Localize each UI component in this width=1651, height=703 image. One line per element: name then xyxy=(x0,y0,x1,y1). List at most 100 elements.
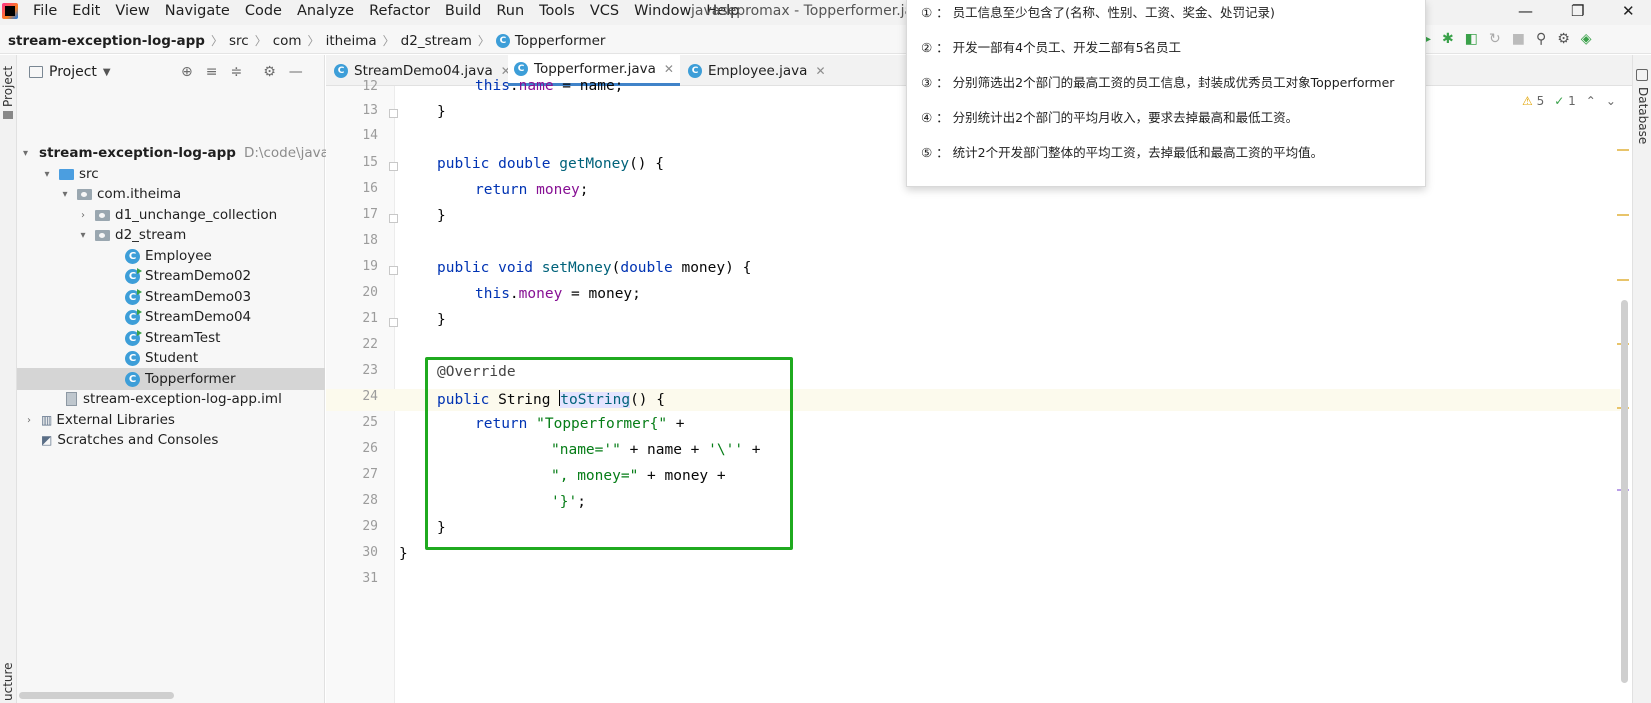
menu-refactor[interactable]: Refactor xyxy=(369,3,437,19)
menu-build[interactable]: Build xyxy=(445,3,488,19)
plugin-icon[interactable]: ◈ xyxy=(1581,31,1592,47)
line-number: 12 xyxy=(362,79,378,94)
locate-icon[interactable]: ⊕ xyxy=(181,64,193,80)
restore-icon[interactable]: ❐ xyxy=(1571,2,1584,20)
tree-item-class[interactable]: C Student xyxy=(17,347,325,369)
expand-all-icon[interactable]: ≡ xyxy=(206,64,218,80)
note-item: ② ： 开发一部有4个员工、开发二部有5名员工 xyxy=(921,40,1182,55)
vertical-scrollbar[interactable] xyxy=(1621,300,1628,683)
search-icon[interactable]: ⚲ xyxy=(1536,31,1546,47)
menu-vcs[interactable]: VCS xyxy=(590,3,626,19)
tree-item-package[interactable]: ▾ com.itheima xyxy=(17,183,325,205)
tree-item-label: com.itheima xyxy=(97,186,182,202)
tree-item-class-selected[interactable]: C Topperformer xyxy=(17,368,325,390)
tree-item-libraries[interactable]: › ▥ External Libraries xyxy=(17,409,325,431)
tab-employee[interactable]: C Employee.java ✕ xyxy=(682,55,832,86)
line-number: 31 xyxy=(362,571,378,586)
breadcrumb-item[interactable]: com xyxy=(273,33,302,49)
class-icon: C xyxy=(688,63,702,78)
project-tool-button[interactable]: Project xyxy=(1,66,15,107)
collapse-all-icon[interactable]: ≑ xyxy=(230,64,242,80)
project-icon xyxy=(29,66,43,78)
hide-icon[interactable]: — xyxy=(289,64,303,80)
tree-item-package[interactable]: › d1_unchange_collection xyxy=(17,204,325,226)
minimize-icon[interactable]: — xyxy=(1518,2,1533,20)
package-icon xyxy=(77,188,92,200)
menu-run[interactable]: Run xyxy=(496,3,531,19)
note-item: ④ ： 分别统计出2个部门的平均月收入，要求去掉最高和最低工资。 xyxy=(921,110,1299,125)
line-number: 24 xyxy=(362,389,378,404)
code-line: this.name = name; xyxy=(475,78,624,94)
window-title: javasepromax - Topperformer.java xyxy=(691,3,930,19)
line-number: 20 xyxy=(362,285,378,300)
inspection-widget[interactable]: ⚠ 5 ✓ 1 ⌃ ⌄ xyxy=(1522,94,1616,108)
menu-analyze[interactable]: Analyze xyxy=(297,3,361,19)
class-icon: C xyxy=(334,63,348,78)
tree-item-scratches[interactable]: ◩ Scratches and Consoles xyxy=(17,429,325,451)
chevron-right-icon: 〉 xyxy=(477,34,490,48)
runnable-class-icon: C xyxy=(125,329,142,346)
run-toolbar: ▸ ✱ ◧ ↻ ■ ⚲ ⚙ ◈ xyxy=(1424,31,1592,47)
right-tool-strip: Database xyxy=(1632,55,1651,703)
breadcrumb-item[interactable]: d2_stream xyxy=(401,33,472,49)
line-number: 26 xyxy=(362,441,378,456)
chevron-down-icon[interactable]: ⌄ xyxy=(1606,94,1616,108)
profile-icon[interactable]: ↻ xyxy=(1489,31,1501,47)
project-panel: Project ▼ ⊕ ≡ ≑ ⚙ — ▾ stream-exception-l… xyxy=(17,55,329,703)
breadcrumb-item[interactable]: src xyxy=(229,33,249,49)
runnable-class-icon: C xyxy=(125,308,142,325)
close-tab-icon[interactable]: ✕ xyxy=(815,64,825,78)
tree-item-class[interactable]: C Employee xyxy=(17,245,325,267)
tree-item-package[interactable]: ▾ d2_stream xyxy=(17,224,325,246)
breadcrumb-item[interactable]: stream-exception-log-app xyxy=(8,33,205,49)
tree-item-root[interactable]: ▾ stream-exception-log-app D:\code\java xyxy=(17,142,329,164)
breadcrumb-item[interactable]: Topperformer xyxy=(515,33,606,49)
menu-navigate[interactable]: Navigate xyxy=(165,3,237,19)
chevron-up-icon[interactable]: ⌃ xyxy=(1586,94,1596,108)
warning-stripe[interactable] xyxy=(1617,149,1629,151)
warning-stripe[interactable] xyxy=(1617,214,1629,216)
check-count: ✓ 1 xyxy=(1554,94,1576,108)
editor-gutter[interactable]: 12 13 14 15 16 17 18 19 20 21 22 23 24 2… xyxy=(326,79,398,703)
menu-file[interactable]: File xyxy=(33,3,64,19)
tree-item-src[interactable]: ▾ src xyxy=(17,163,325,185)
menu-window[interactable]: Window xyxy=(634,3,698,19)
tree-item-label: Employee xyxy=(145,248,212,264)
tree-item-class[interactable]: C StreamDemo02 xyxy=(17,265,325,287)
tree-item-label: stream-exception-log-app.iml xyxy=(83,391,282,407)
database-tool-button[interactable]: Database xyxy=(1636,87,1650,144)
chevron-down-icon: ▾ xyxy=(23,147,29,159)
tree-item-class[interactable]: C StreamTest xyxy=(17,327,325,349)
menu-edit[interactable]: Edit xyxy=(72,3,107,19)
menu-view[interactable]: View xyxy=(115,3,156,19)
tree-item-iml[interactable]: stream-exception-log-app.iml xyxy=(17,388,325,410)
structure-tool-button[interactable]: ucture xyxy=(1,662,15,701)
horizontal-scrollbar[interactable] xyxy=(19,692,174,699)
warning-stripe[interactable] xyxy=(1617,279,1629,281)
line-number: 23 xyxy=(362,363,378,378)
coverage-icon[interactable]: ◧ xyxy=(1465,31,1478,47)
code-line: public double getMoney() { xyxy=(437,156,664,172)
line-number: 19 xyxy=(362,259,378,274)
tree-item-label: d2_stream xyxy=(115,227,187,243)
tree-item-class[interactable]: C StreamDemo03 xyxy=(17,286,325,308)
breadcrumb-item[interactable]: itheima xyxy=(326,33,377,49)
close-icon[interactable]: ✕ xyxy=(1622,2,1635,20)
close-tab-icon[interactable]: ✕ xyxy=(664,62,674,76)
package-icon xyxy=(95,209,110,221)
tree-item-label: d1_unchange_collection xyxy=(115,207,278,223)
menu-code[interactable]: Code xyxy=(245,3,289,19)
debug-icon[interactable]: ✱ xyxy=(1442,31,1454,47)
class-icon: C xyxy=(514,62,528,76)
gear-icon[interactable]: ⚙ xyxy=(263,64,276,80)
chevron-down-icon: ▼ xyxy=(102,66,111,78)
code-line: } xyxy=(437,520,446,536)
menu-tools[interactable]: Tools xyxy=(539,3,582,19)
project-view-selector[interactable]: Project ▼ xyxy=(29,64,111,80)
stop-icon[interactable]: ■ xyxy=(1512,31,1525,47)
code-line: return "Topperformer{" + xyxy=(475,416,685,432)
project-panel-title: Project xyxy=(49,64,97,80)
line-number: 21 xyxy=(362,311,378,326)
tree-item-class[interactable]: C StreamDemo04 xyxy=(17,306,325,328)
settings-icon[interactable]: ⚙ xyxy=(1557,31,1570,47)
